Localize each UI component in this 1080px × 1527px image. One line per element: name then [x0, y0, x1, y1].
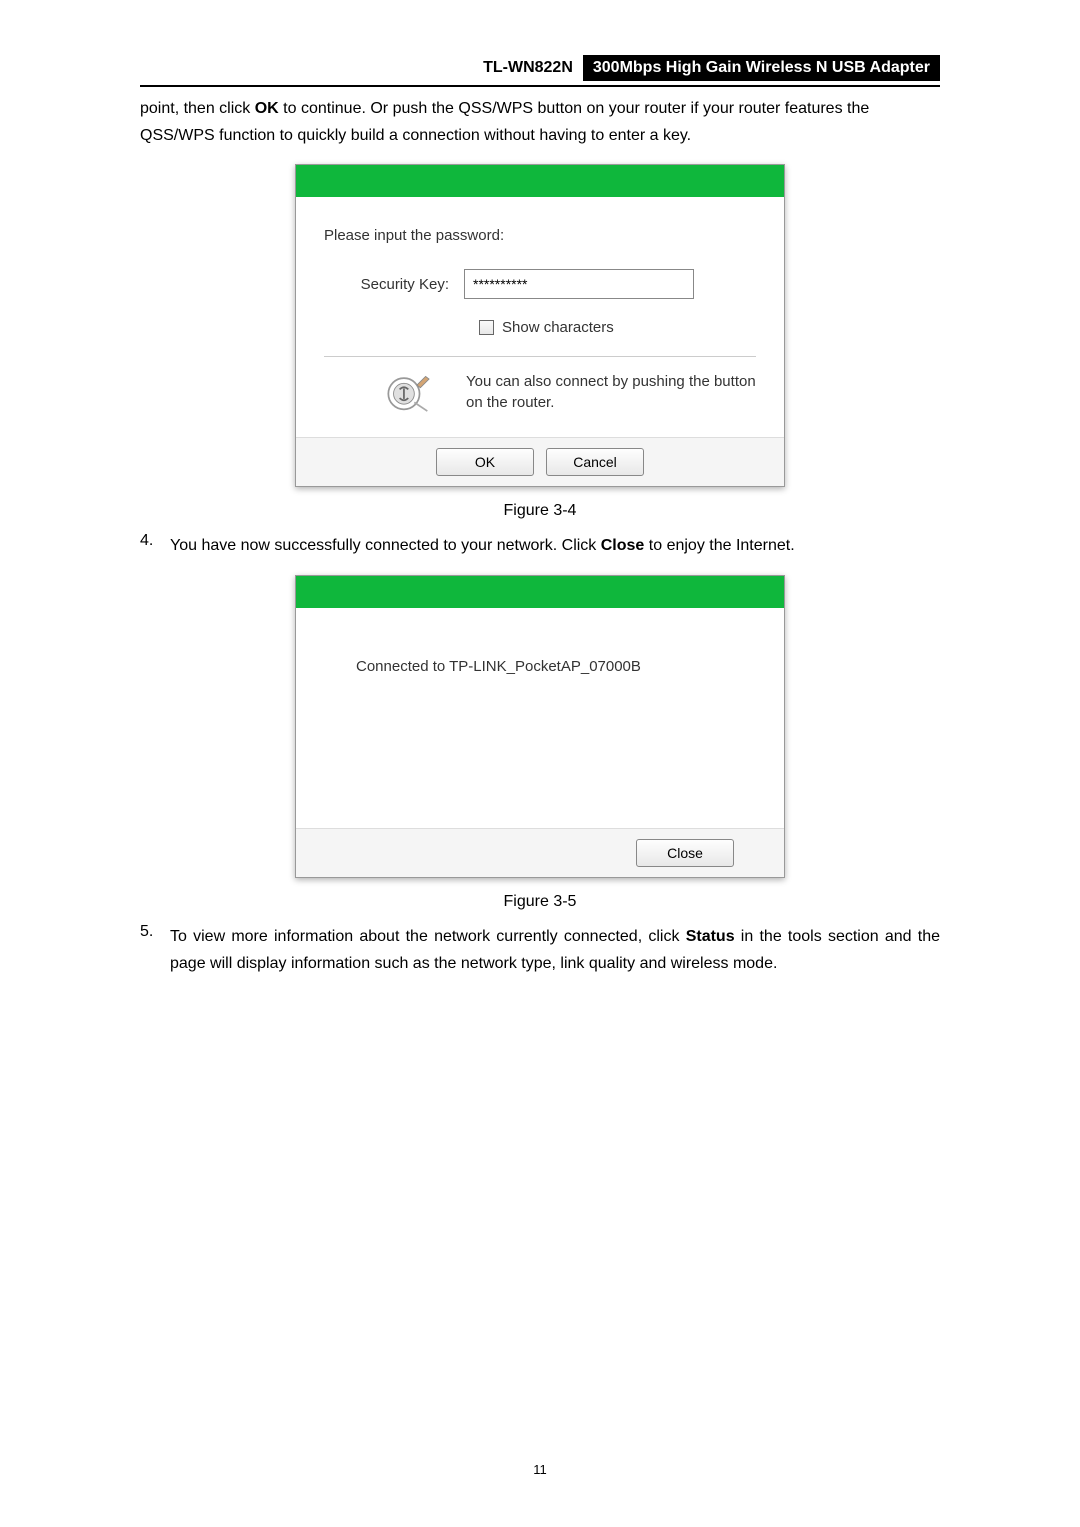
show-characters-row: Show characters: [479, 319, 756, 336]
dialog2-header-bar: [296, 576, 784, 608]
security-key-label: Security Key:: [324, 276, 464, 293]
intro-bold-ok: OK: [255, 100, 279, 117]
show-characters-label: Show characters: [502, 319, 614, 336]
intro-text-1: point, then click: [140, 100, 255, 117]
show-characters-checkbox[interactable]: [479, 320, 494, 335]
security-key-row: Security Key:: [324, 269, 756, 299]
step-4-text: You have now successfully connected to y…: [170, 532, 940, 559]
step5-text-1: To view more information about the netwo…: [170, 928, 686, 945]
security-key-input[interactable]: [464, 269, 694, 299]
wps-hint-text: You can also connect by pushing the butt…: [466, 371, 756, 413]
step4-bold-close: Close: [601, 537, 645, 554]
password-dialog: Please input the password: Security Key:…: [295, 164, 785, 487]
document-header: TL-WN822N 300Mbps High Gain Wireless N U…: [140, 55, 940, 87]
intro-paragraph: point, then click OK to continue. Or pus…: [140, 95, 940, 149]
wps-row: You can also connect by pushing the butt…: [324, 356, 756, 417]
step-4: 4. You have now successfully connected t…: [140, 532, 940, 559]
step4-text-2: to enjoy the Internet.: [644, 537, 794, 554]
wps-icon: [384, 367, 436, 417]
step-5-number: 5.: [140, 923, 170, 977]
step-4-number: 4.: [140, 532, 170, 559]
step-5: 5. To view more information about the ne…: [140, 923, 940, 977]
document-content: point, then click OK to continue. Or pus…: [140, 95, 940, 992]
dialog-body: Please input the password: Security Key:…: [296, 197, 784, 437]
dialog2-footer: Close: [296, 828, 784, 877]
connected-dialog: Connected to TP-LINK_PocketAP_07000B Clo…: [295, 575, 785, 878]
connected-message: Connected to TP-LINK_PocketAP_07000B: [356, 658, 724, 675]
step-5-text: To view more information about the netwo…: [170, 923, 940, 977]
dialog-header-bar: [296, 165, 784, 197]
dialog2-body: Connected to TP-LINK_PocketAP_07000B: [296, 608, 784, 828]
ok-button[interactable]: OK: [436, 448, 534, 476]
password-prompt: Please input the password:: [324, 227, 756, 244]
model-number: TL-WN822N: [473, 55, 583, 81]
figure-3-5-caption: Figure 3-5: [140, 893, 940, 911]
dialog-footer: OK Cancel: [296, 437, 784, 486]
close-button[interactable]: Close: [636, 839, 734, 867]
page-number: 11: [0, 1462, 1080, 1477]
product-description: 300Mbps High Gain Wireless N USB Adapter: [583, 55, 940, 81]
step5-bold-status: Status: [686, 928, 735, 945]
step4-text-1: You have now successfully connected to y…: [170, 537, 601, 554]
cancel-button[interactable]: Cancel: [546, 448, 644, 476]
figure-3-4-caption: Figure 3-4: [140, 502, 940, 520]
